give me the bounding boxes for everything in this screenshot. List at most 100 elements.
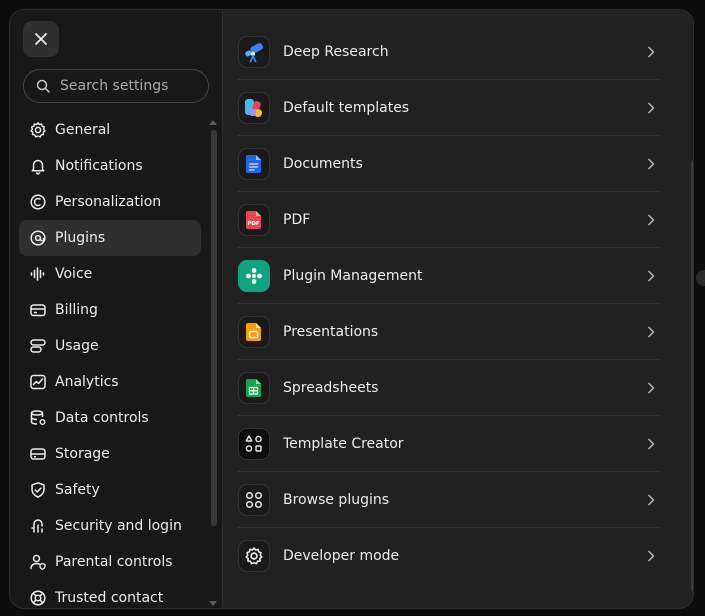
- plugin-row-template-creator[interactable]: Template Creator: [238, 416, 661, 472]
- gear-icon: [30, 122, 46, 138]
- sidebar-nav: General Notifications Personalization Pl…: [19, 112, 201, 608]
- sidebar-item-label: Security and login: [55, 518, 182, 534]
- plugins-panel: Deep Research Default templates Document…: [223, 10, 693, 608]
- sidebar-item-notifications[interactable]: Notifications: [19, 148, 201, 184]
- usage-bars-icon: [30, 339, 46, 353]
- sidebar-item-general[interactable]: General: [19, 112, 201, 148]
- app-icon: [238, 371, 270, 404]
- sidebar-item-label: Analytics: [55, 374, 119, 390]
- credit-card-icon: [30, 304, 46, 317]
- sidebar-item-label: Personalization: [55, 194, 162, 210]
- plugin-row-documents[interactable]: Documents: [238, 136, 661, 192]
- sidebar-item-label: Safety: [55, 482, 100, 498]
- scroll-up-arrow-icon[interactable]: [209, 120, 217, 125]
- chevron-right-icon: [648, 46, 655, 57]
- plugin-row-deep-research[interactable]: Deep Research: [238, 24, 661, 80]
- close-icon: [35, 33, 47, 45]
- sidebar-item-usage[interactable]: Usage: [19, 328, 201, 364]
- presentation-icon: [246, 322, 261, 341]
- sidebar-item-analytics[interactable]: Analytics: [19, 364, 201, 400]
- content-scroll-thumb[interactable]: [691, 160, 693, 592]
- templates-icon: [245, 98, 262, 117]
- plugin-row-browse-plugins[interactable]: Browse plugins: [238, 472, 661, 528]
- lifebuoy-icon: [30, 590, 46, 606]
- chevron-right-icon: [648, 550, 655, 562]
- plugin-row-default-templates[interactable]: Default templates: [238, 80, 661, 136]
- sidebar-item-trusted-contact[interactable]: Trusted contact: [19, 580, 201, 608]
- storage-drive-icon: [30, 448, 46, 460]
- pdf-badge-text: PDF: [247, 221, 260, 227]
- sidebar-item-storage[interactable]: Storage: [19, 436, 201, 472]
- document-icon: [246, 154, 261, 173]
- chevron-right-icon: [648, 382, 655, 393]
- plugin-management-icon: [246, 267, 262, 284]
- spreadsheet-icon: [246, 378, 261, 397]
- plugin-row-spreadsheets[interactable]: Spreadsheets: [238, 360, 661, 416]
- chevron-right-icon: [648, 326, 655, 337]
- shield-check-icon: [31, 482, 45, 498]
- scroll-down-arrow-icon[interactable]: [209, 601, 217, 606]
- analytics-chart-icon: [30, 374, 46, 390]
- database-gear-icon: [30, 410, 46, 425]
- sidebar-scroll-thumb[interactable]: [211, 130, 217, 526]
- chevron-right-icon: [648, 158, 655, 169]
- plugin-label: Developer mode: [283, 548, 400, 564]
- app-icon: [238, 483, 270, 516]
- settings-sidebar: General Notifications Personalization Pl…: [10, 10, 223, 608]
- voice-wave-icon: [30, 267, 45, 281]
- sidebar-item-label: Usage: [55, 338, 99, 354]
- sidebar-item-plugins[interactable]: Plugins: [19, 220, 201, 256]
- close-button[interactable]: [23, 21, 59, 57]
- sidebar-item-parental-controls[interactable]: Parental controls: [19, 544, 201, 580]
- sidebar-item-billing[interactable]: Billing: [19, 292, 201, 328]
- search-icon: [36, 79, 50, 93]
- personalization-icon: [30, 194, 46, 210]
- parental-controls-icon: [30, 554, 46, 570]
- settings-modal: General Notifications Personalization Pl…: [10, 10, 693, 608]
- sidebar-item-data-controls[interactable]: Data controls: [19, 400, 201, 436]
- pdf-icon: PDF: [246, 210, 261, 229]
- app-icon: [238, 147, 270, 180]
- sidebar-item-label: Notifications: [55, 158, 143, 174]
- sidebar-item-voice[interactable]: Voice: [19, 256, 201, 292]
- gear-icon: [245, 547, 263, 565]
- sidebar-item-label: Parental controls: [55, 554, 173, 570]
- chevron-right-icon: [648, 494, 655, 505]
- app-icon: [238, 91, 270, 124]
- chevron-right-icon: [648, 214, 655, 225]
- sidebar-item-label: Storage: [55, 446, 110, 462]
- sidebar-item-safety[interactable]: Safety: [19, 472, 201, 508]
- sidebar-item-label: Voice: [55, 266, 93, 282]
- plugin-row-pdf[interactable]: PDF PDF: [238, 192, 661, 248]
- bell-icon: [31, 159, 45, 175]
- chevron-right-icon: [648, 270, 655, 281]
- plugin-row-developer-mode[interactable]: Developer mode: [238, 528, 661, 584]
- plugin-label: Plugin Management: [283, 267, 423, 284]
- sidebar-item-label: Trusted contact: [55, 590, 164, 606]
- search-settings-field[interactable]: [23, 69, 209, 103]
- plugin-label: Browse plugins: [283, 491, 390, 508]
- sidebar-scrollbar[interactable]: [209, 118, 217, 606]
- plugin-label: Presentations: [283, 323, 379, 340]
- template-creator-icon: [245, 434, 262, 452]
- chevron-right-icon: [648, 438, 655, 449]
- plugin-label: PDF: [283, 211, 311, 228]
- grid-circles-icon: [245, 491, 263, 508]
- plugin-label: Template Creator: [283, 435, 404, 452]
- app-icon: [238, 259, 270, 292]
- sidebar-item-security-and-login[interactable]: Security and login: [19, 508, 201, 544]
- plugin-label: Spreadsheets: [283, 379, 379, 396]
- app-icon: [238, 427, 270, 460]
- plugin-row-presentations[interactable]: Presentations: [238, 304, 661, 360]
- sidebar-item-personalization[interactable]: Personalization: [19, 184, 201, 220]
- plugins-icon: [30, 230, 46, 246]
- app-icon: PDF: [238, 203, 270, 236]
- plugin-label: Deep Research: [283, 43, 389, 60]
- security-icon: [31, 519, 43, 533]
- background-edge-element: [696, 270, 705, 286]
- app-icon: [238, 540, 270, 572]
- plugin-label: Default templates: [283, 99, 410, 116]
- search-input[interactable]: [58, 77, 202, 95]
- plugin-row-plugin-management[interactable]: Plugin Management: [238, 248, 661, 304]
- sidebar-item-label: General: [55, 122, 111, 138]
